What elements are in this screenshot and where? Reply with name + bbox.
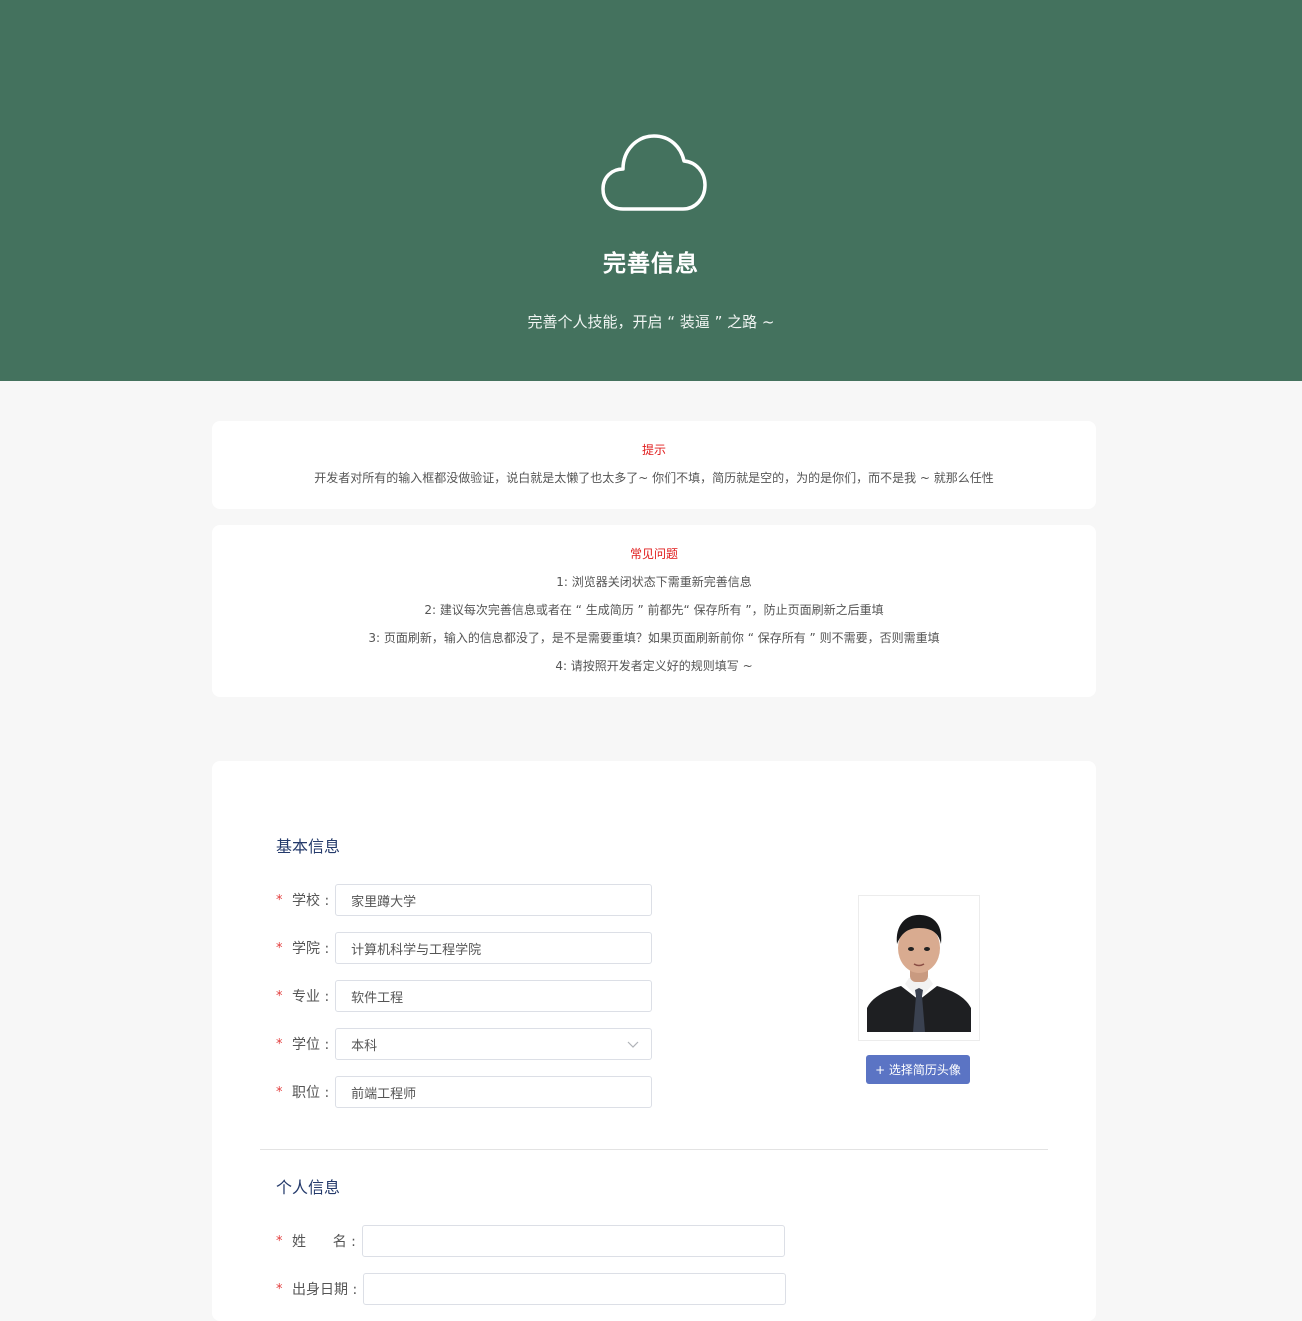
faq-item: 2: 建议每次完善信息或者在 “ 生成简历 ” 前都先“ 保存所有 ”，防止页面… xyxy=(424,603,884,617)
faq-item: 1: 浏览器关闭状态下需重新完善信息 xyxy=(556,575,752,589)
degree-label: 学位 : xyxy=(292,1037,330,1053)
position-row: * 职位 : 前端工程师 xyxy=(276,1076,653,1108)
hero-banner: 完善信息 完善个人技能，开启 “ 装逼 ” 之路 ~ xyxy=(0,0,1302,381)
name-row: * 姓 名 : xyxy=(276,1225,785,1257)
page-subtitle: 完善个人技能，开启 “ 装逼 ” 之路 ~ xyxy=(527,313,775,331)
avatar-photo xyxy=(867,904,971,1032)
degree-select[interactable]: 本科 xyxy=(335,1028,653,1060)
major-row: * 专业 : 软件工程 xyxy=(276,980,653,1012)
section-title-personal: 个人信息 xyxy=(276,1178,341,1197)
college-row: * 学院 : 计算机科学与工程学院 xyxy=(276,932,653,964)
school-input[interactable]: 家里蹲大学 xyxy=(335,884,653,916)
college-input[interactable]: 计算机科学与工程学院 xyxy=(335,932,653,964)
required-mark: * xyxy=(276,1036,283,1052)
cloud-icon xyxy=(601,134,707,211)
chevron-down-icon xyxy=(627,1041,639,1048)
faq-title: 常见问题 xyxy=(629,547,678,561)
name-input[interactable] xyxy=(361,1225,785,1257)
tip-card: 提示 开发者对所有的输入框都没做验证，说白就是太懒了也太多了~ 你们不填，简历就… xyxy=(212,421,1096,509)
required-mark: * xyxy=(276,1233,283,1249)
section-title-basic: 基本信息 xyxy=(276,837,341,856)
school-row: * 学校 : 家里蹲大学 xyxy=(276,884,653,916)
birthdate-row: * 出身日期 : xyxy=(276,1273,787,1305)
major-label: 专业 : xyxy=(292,989,330,1005)
birthdate-input[interactable] xyxy=(363,1273,787,1305)
section-divider xyxy=(260,1149,1048,1150)
required-mark: * xyxy=(276,1084,283,1100)
form-card: 基本信息 * 学校 : 家里蹲大学 * 学院 : 计算机科学与工程学院 * 专业… xyxy=(212,761,1096,1321)
required-mark: * xyxy=(276,940,283,956)
school-label: 学校 : xyxy=(292,893,330,909)
faq-item: 3: 页面刷新，输入的信息都没了，是不是需要重填？如果页面刷新前你 “ 保存所有… xyxy=(368,631,940,645)
faq-card: 常见问题 1: 浏览器关闭状态下需重新完善信息 2: 建议每次完善信息或者在 “… xyxy=(212,525,1096,697)
required-mark: * xyxy=(276,892,283,908)
birthdate-label: 出身日期 : xyxy=(292,1282,358,1298)
position-input[interactable]: 前端工程师 xyxy=(335,1076,653,1108)
faq-item: 4: 请按照开发者定义好的规则填写 ~ xyxy=(555,659,753,673)
college-label: 学院 : xyxy=(292,941,330,957)
faq-list: 1: 浏览器关闭状态下需重新完善信息 2: 建议每次完善信息或者在 “ 生成简历… xyxy=(212,574,1096,686)
degree-row: * 学位 : 本科 xyxy=(276,1028,653,1060)
name-label: 姓 名 : xyxy=(292,1234,356,1250)
required-mark: * xyxy=(276,988,283,1004)
major-input[interactable]: 软件工程 xyxy=(335,980,653,1012)
page-title: 完善信息 xyxy=(603,251,699,277)
choose-avatar-button[interactable]: + 选择简历头像 xyxy=(866,1055,970,1084)
tip-title: 提示 xyxy=(641,443,666,457)
tip-text: 开发者对所有的输入框都没做验证，说白就是太懒了也太多了~ 你们不填，简历就是空的… xyxy=(314,471,994,485)
degree-select-value: 本科 xyxy=(351,1038,378,1054)
required-mark: * xyxy=(276,1281,283,1297)
position-label: 职位 : xyxy=(292,1085,330,1101)
avatar xyxy=(858,895,980,1041)
